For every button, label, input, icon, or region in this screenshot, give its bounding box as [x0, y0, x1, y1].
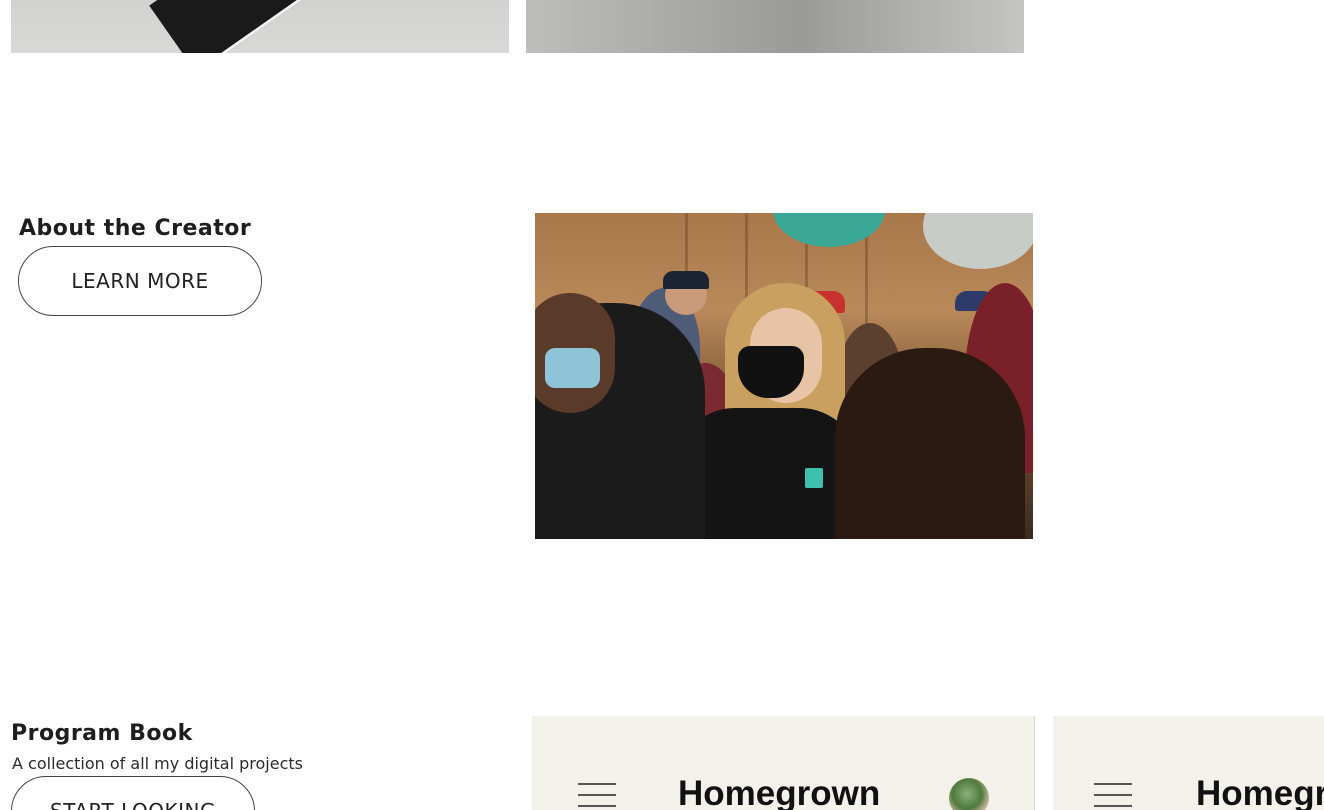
page: About the Creator LEARN MORE Program Boo…: [0, 0, 1324, 810]
foreground-person-right: [835, 348, 1025, 539]
project-preview-2[interactable]: Homegrown: [1053, 716, 1324, 810]
program-book-title: Program Book: [11, 721, 193, 746]
creator-photo: [535, 213, 1033, 539]
project-image-top-left[interactable]: [11, 0, 509, 53]
start-looking-button[interactable]: START LOOKING: [11, 776, 255, 810]
preview-title: Homegrown: [1196, 774, 1324, 810]
preview-title: Homegrown: [678, 774, 881, 810]
shirt-logo: [805, 468, 823, 488]
menu-icon: [1094, 783, 1132, 810]
project-image-top-right[interactable]: [526, 0, 1024, 53]
book-image: [149, 0, 306, 53]
person-mask: [738, 346, 804, 398]
learn-more-button[interactable]: LEARN MORE: [18, 246, 262, 316]
avatar: [949, 778, 989, 810]
program-book-subtitle: A collection of all my digital projects: [12, 754, 303, 773]
about-title: About the Creator: [19, 216, 252, 241]
project-preview-1[interactable]: Homegrown: [532, 716, 1035, 810]
foreground-person-left: [535, 293, 705, 539]
menu-icon: [578, 783, 616, 810]
